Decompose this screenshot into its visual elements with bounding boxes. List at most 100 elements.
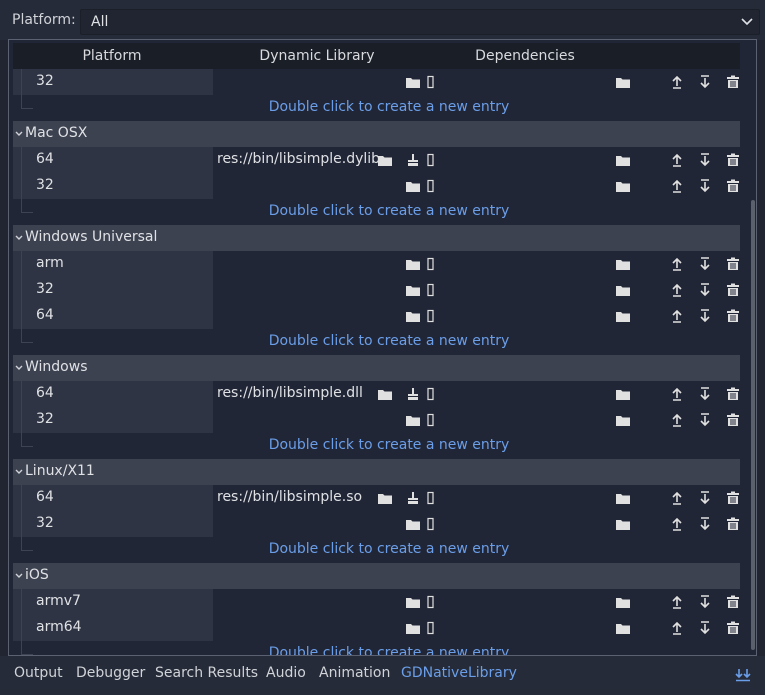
move-down-icon[interactable] [697, 517, 713, 531]
library-entry[interactable]: armv7 [13, 589, 740, 615]
collapse-arrow-icon[interactable] [15, 469, 23, 475]
library-entry[interactable]: 32 [13, 511, 740, 537]
clear-icon[interactable] [405, 153, 421, 167]
trash-icon[interactable] [725, 179, 741, 193]
platform-cell[interactable]: armv7 [13, 589, 213, 615]
platform-select[interactable]: All [80, 9, 760, 35]
dependencies-array-icon[interactable] [423, 491, 439, 505]
dependencies-array-icon[interactable] [423, 283, 439, 297]
platform-cell[interactable]: 32 [13, 69, 213, 95]
new-entry-row[interactable]: Double click to create a new entry [13, 433, 740, 459]
library-entry[interactable]: arm64 [13, 615, 740, 641]
folder-icon[interactable] [405, 179, 421, 193]
dependencies-folder-icon[interactable] [615, 257, 631, 271]
dependencies-folder-icon[interactable] [615, 621, 631, 635]
move-up-icon[interactable] [669, 517, 685, 531]
clear-icon[interactable] [405, 491, 421, 505]
platform-cell[interactable]: 64 [13, 303, 213, 329]
dependencies-folder-icon[interactable] [615, 309, 631, 323]
move-up-icon[interactable] [669, 491, 685, 505]
platform-cell[interactable]: 64 [13, 147, 213, 173]
folder-icon[interactable] [377, 153, 393, 167]
tab-search-results[interactable]: Search Results [155, 665, 258, 681]
dependencies-folder-icon[interactable] [615, 595, 631, 609]
dependencies-array-icon[interactable] [423, 179, 439, 193]
create-entry-link[interactable]: Double click to create a new entry [13, 541, 740, 557]
dependencies-array-icon[interactable] [423, 75, 439, 89]
library-entry[interactable]: 64 res://bin/libsimple.dll [13, 381, 740, 407]
clear-icon[interactable] [405, 387, 421, 401]
platform-group[interactable]: Linux/X11 [13, 459, 740, 485]
create-entry-link[interactable]: Double click to create a new entry [13, 437, 740, 453]
dependencies-array-icon[interactable] [423, 153, 439, 167]
dependencies-array-icon[interactable] [423, 621, 439, 635]
library-entry[interactable]: 64 [13, 303, 740, 329]
collapse-arrow-icon[interactable] [15, 235, 23, 241]
platform-cell[interactable]: arm [13, 251, 213, 277]
platform-cell[interactable]: 32 [13, 277, 213, 303]
tab-animation[interactable]: Animation [319, 665, 390, 681]
platform-cell[interactable]: 32 [13, 511, 213, 537]
new-entry-row[interactable]: Double click to create a new entry [13, 199, 740, 225]
dependencies-folder-icon[interactable] [615, 75, 631, 89]
dependencies-folder-icon[interactable] [615, 491, 631, 505]
library-entry[interactable]: 32 [13, 69, 740, 95]
folder-icon[interactable] [405, 621, 421, 635]
folder-icon[interactable] [377, 491, 393, 505]
trash-icon[interactable] [725, 257, 741, 271]
tab-gdnativelibrary[interactable]: GDNativeLibrary [401, 665, 517, 681]
new-entry-row[interactable]: Double click to create a new entry [13, 537, 740, 563]
move-down-icon[interactable] [697, 413, 713, 427]
platform-cell[interactable]: 32 [13, 407, 213, 433]
platform-group[interactable]: Windows [13, 355, 740, 381]
dependencies-array-icon[interactable] [423, 413, 439, 427]
trash-icon[interactable] [725, 309, 741, 323]
folder-icon[interactable] [405, 257, 421, 271]
collapse-arrow-icon[interactable] [15, 573, 23, 579]
folder-icon[interactable] [405, 595, 421, 609]
dependencies-array-icon[interactable] [423, 309, 439, 323]
library-path[interactable]: res://bin/libsimple.dll [217, 385, 363, 401]
move-up-icon[interactable] [669, 621, 685, 635]
dependencies-folder-icon[interactable] [615, 179, 631, 193]
platform-group[interactable]: Windows Universal [13, 225, 740, 251]
trash-icon[interactable] [725, 283, 741, 297]
folder-icon[interactable] [405, 283, 421, 297]
library-entry[interactable]: 32 [13, 407, 740, 433]
dependencies-array-icon[interactable] [423, 257, 439, 271]
collapse-arrow-icon[interactable] [15, 131, 23, 137]
trash-icon[interactable] [725, 387, 741, 401]
tab-debugger[interactable]: Debugger [76, 665, 145, 681]
tab-output[interactable]: Output [14, 665, 63, 681]
create-entry-link[interactable]: Double click to create a new entry [13, 203, 740, 219]
create-entry-link[interactable]: Double click to create a new entry [13, 645, 740, 655]
vertical-scrollbar[interactable] [750, 70, 756, 650]
platform-cell[interactable]: 32 [13, 173, 213, 199]
create-entry-link[interactable]: Double click to create a new entry [13, 99, 740, 115]
collapse-arrow-icon[interactable] [15, 365, 23, 371]
new-entry-row[interactable]: Double click to create a new entry [13, 95, 740, 121]
move-down-icon[interactable] [697, 387, 713, 401]
move-up-icon[interactable] [669, 179, 685, 193]
move-down-icon[interactable] [697, 621, 713, 635]
move-up-icon[interactable] [669, 413, 685, 427]
dependencies-folder-icon[interactable] [615, 283, 631, 297]
folder-icon[interactable] [405, 517, 421, 531]
folder-icon[interactable] [405, 413, 421, 427]
library-entry[interactable]: 32 [13, 277, 740, 303]
library-path[interactable]: res://bin/libsimple.dylib [217, 151, 380, 167]
dependencies-array-icon[interactable] [423, 387, 439, 401]
move-up-icon[interactable] [669, 595, 685, 609]
trash-icon[interactable] [725, 153, 741, 167]
platform-cell[interactable]: 64 [13, 381, 213, 407]
platform-group[interactable]: iOS [13, 563, 740, 589]
trash-icon[interactable] [725, 621, 741, 635]
dependencies-folder-icon[interactable] [615, 517, 631, 531]
move-up-icon[interactable] [669, 387, 685, 401]
dependencies-array-icon[interactable] [423, 517, 439, 531]
move-up-icon[interactable] [669, 153, 685, 167]
move-up-icon[interactable] [669, 309, 685, 323]
new-entry-row[interactable]: Double click to create a new entry [13, 641, 740, 655]
scrollbar-thumb[interactable] [751, 200, 755, 650]
move-up-icon[interactable] [669, 283, 685, 297]
